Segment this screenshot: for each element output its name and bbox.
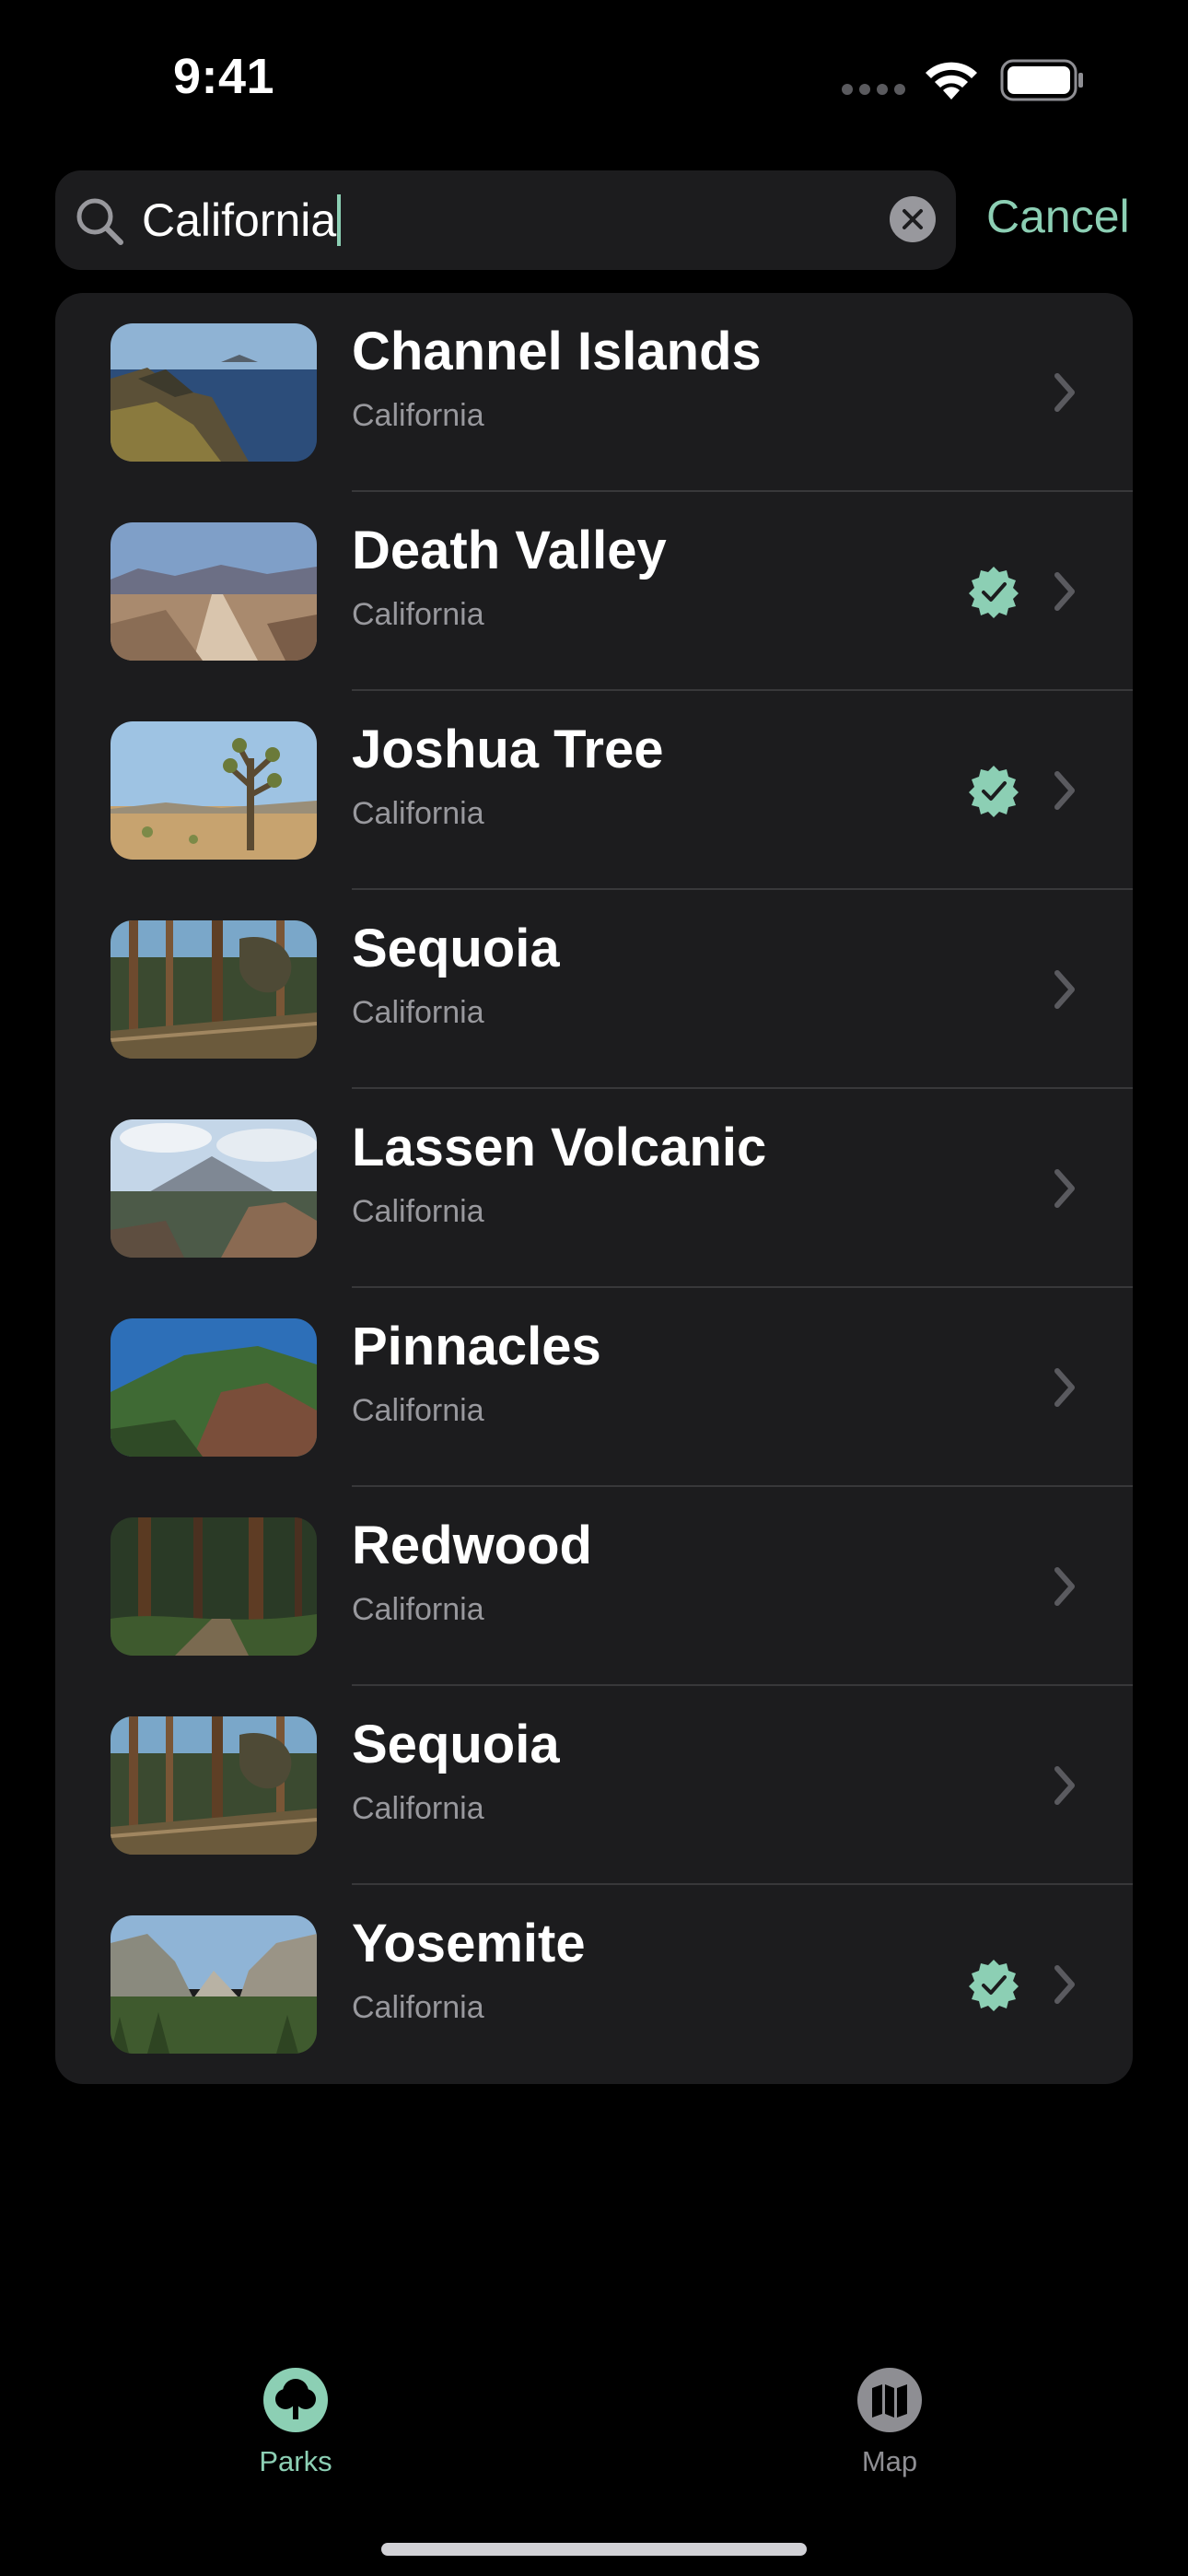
cellular-signal-icon — [842, 83, 912, 100]
park-thumbnail — [111, 1716, 317, 1855]
park-state: California — [352, 398, 484, 433]
park-state: California — [352, 1194, 484, 1229]
chevron-right-icon — [1052, 768, 1079, 817]
list-item[interactable]: Sequoia California — [55, 890, 1133, 1089]
status-time: 9:41 — [173, 49, 275, 104]
park-state: California — [352, 1990, 484, 2025]
chevron-right-icon — [1052, 1365, 1079, 1414]
text-caret — [337, 194, 342, 246]
park-thumbnail — [111, 1915, 317, 2054]
wifi-icon — [921, 57, 982, 106]
park-thumbnail — [111, 1517, 317, 1656]
chevron-right-icon — [1052, 1564, 1079, 1613]
list-item[interactable]: Death Valley California — [55, 492, 1133, 691]
park-thumbnail — [111, 522, 317, 661]
chevron-right-icon — [1052, 569, 1079, 618]
search-input[interactable]: California — [142, 194, 342, 246]
list-item[interactable]: Pinnacles California — [55, 1288, 1133, 1487]
search-icon — [74, 195, 125, 252]
park-thumbnail — [111, 920, 317, 1059]
clear-search-button[interactable] — [890, 196, 936, 242]
close-icon — [903, 209, 923, 229]
park-state: California — [352, 995, 484, 1030]
chevron-right-icon — [1052, 967, 1079, 1016]
cancel-button[interactable]: Cancel — [986, 190, 1130, 243]
park-name: Redwood — [352, 1516, 592, 1575]
tab-parks-label: Parks — [259, 2445, 332, 2477]
map-icon — [857, 2368, 922, 2432]
park-state: California — [352, 1592, 484, 1627]
battery-icon — [1000, 59, 1085, 106]
park-name: Death Valley — [352, 521, 667, 580]
park-thumbnail — [111, 323, 317, 462]
park-thumbnail — [111, 721, 317, 860]
chevron-right-icon — [1052, 1763, 1079, 1812]
chevron-right-icon — [1052, 1962, 1079, 2011]
park-state: California — [352, 1791, 484, 1826]
park-name: Channel Islands — [352, 322, 762, 381]
list-item[interactable]: Redwood California — [55, 1487, 1133, 1686]
park-name: Joshua Tree — [352, 720, 664, 779]
park-name: Yosemite — [352, 1914, 586, 1973]
park-name: Sequoia — [352, 919, 560, 978]
park-name: Sequoia — [352, 1715, 560, 1774]
tree-icon — [263, 2368, 328, 2432]
list-item[interactable]: Yosemite California — [55, 1885, 1133, 2084]
tab-parks[interactable]: Parks — [204, 2340, 388, 2478]
tab-map[interactable]: Map — [798, 2340, 982, 2478]
list-item[interactable]: Sequoia California — [55, 1686, 1133, 1885]
list-item[interactable]: Lassen Volcanic California — [55, 1089, 1133, 1288]
chevron-right-icon — [1052, 370, 1079, 419]
park-name: Lassen Volcanic — [352, 1118, 767, 1177]
tab-bar: Parks Map — [0, 2340, 1188, 2576]
park-state: California — [352, 597, 484, 632]
visited-badge-icon — [967, 565, 1020, 623]
search-field[interactable]: California — [55, 170, 956, 270]
list-item[interactable]: Joshua Tree California — [55, 691, 1133, 890]
chevron-right-icon — [1052, 1166, 1079, 1215]
visited-badge-icon — [967, 764, 1020, 822]
tab-map-label: Map — [861, 2445, 918, 2477]
park-name: Pinnacles — [352, 1317, 601, 1376]
search-query: California — [142, 194, 337, 246]
park-state: California — [352, 1393, 484, 1428]
list-item[interactable]: Channel Islands California — [55, 293, 1133, 492]
park-state: California — [352, 796, 484, 831]
status-bar: 9:41 — [0, 0, 1188, 157]
home-indicator[interactable] — [381, 2543, 807, 2556]
park-thumbnail — [111, 1318, 317, 1457]
visited-badge-icon — [967, 1958, 1020, 2016]
search-results-list: Channel Islands California Death Valley Ca… — [55, 293, 1133, 2084]
park-thumbnail — [111, 1119, 317, 1258]
